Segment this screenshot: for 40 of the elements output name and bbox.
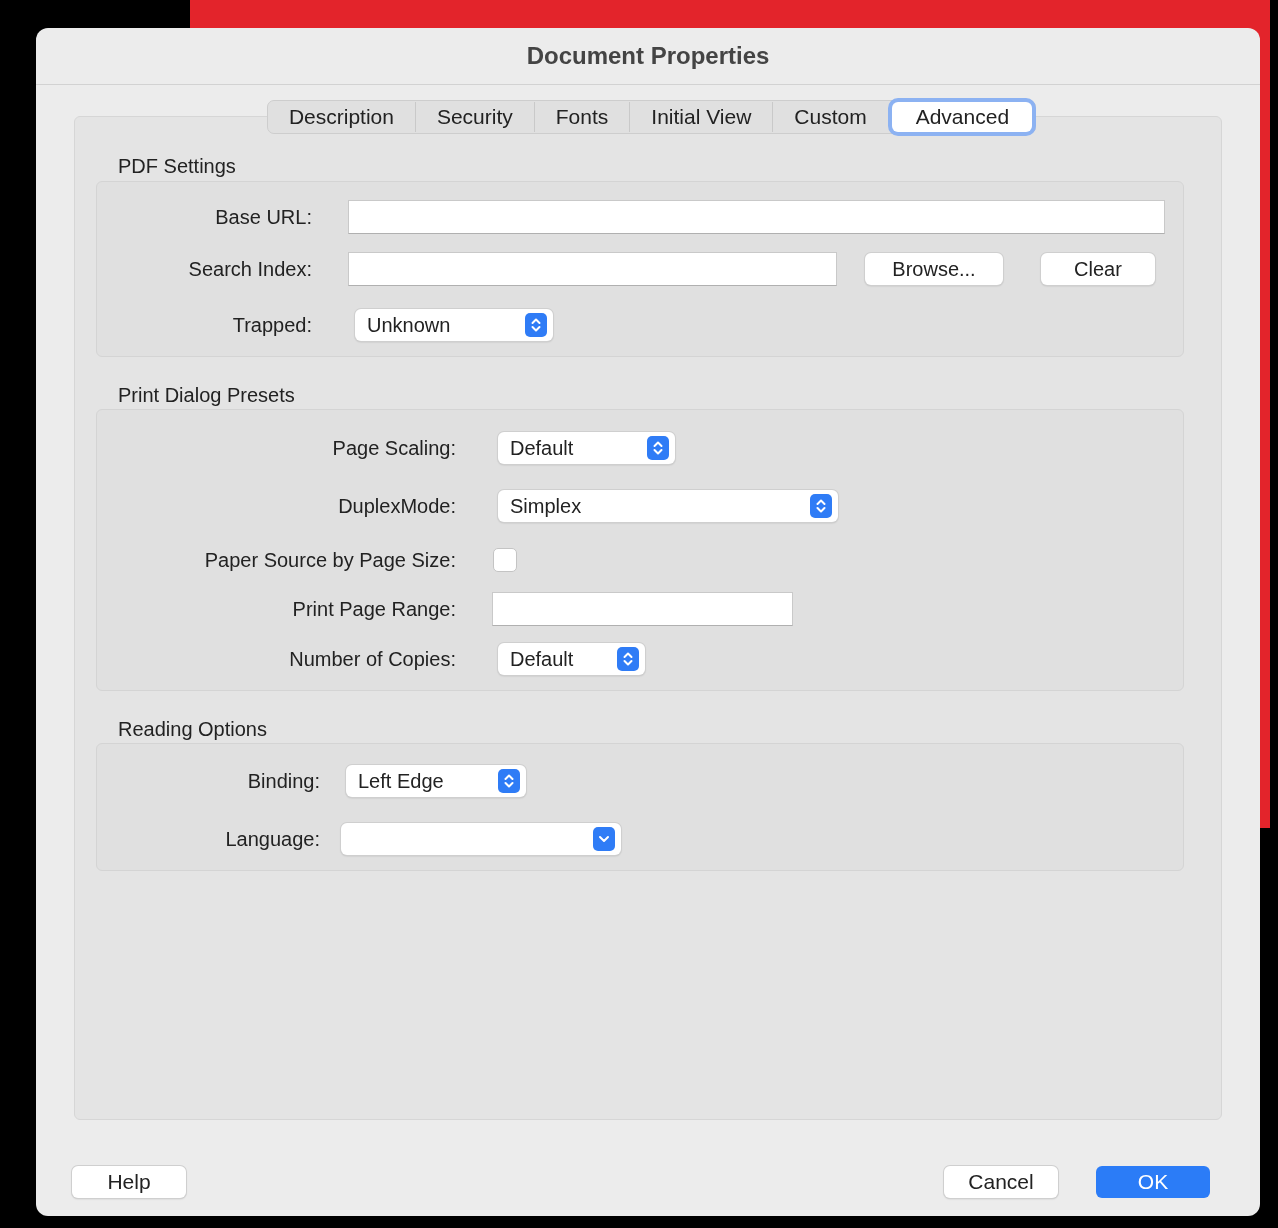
field-label: Paper Source by Page Size: [203, 548, 456, 572]
tab[interactable]: Fonts [533, 102, 630, 132]
tab[interactable]: Custom [772, 102, 888, 132]
section-title: Reading Options [117, 717, 268, 742]
field-label: Trapped: [231, 313, 312, 337]
browse-button[interactable]: Browse... [865, 253, 1003, 285]
tab[interactable]: Description [267, 102, 415, 132]
up-down-chevron-icon [810, 494, 832, 518]
cancel-button[interactable]: Cancel [944, 1166, 1058, 1198]
section-title: Print Dialog Presets [117, 383, 296, 408]
window-title: Document Properties [526, 42, 770, 70]
text-field[interactable] [492, 592, 793, 626]
field-label: Number of Copies: [288, 647, 456, 671]
text-field[interactable] [348, 200, 1165, 234]
up-down-chevron-icon [498, 769, 520, 793]
tab[interactable]: Initial View [629, 102, 773, 132]
popup-button[interactable]: Default [498, 432, 675, 464]
help-button[interactable]: Help [72, 1166, 186, 1198]
dropdown[interactable] [341, 823, 621, 855]
field-label: Language: [224, 827, 320, 851]
section-title: PDF Settings [117, 154, 237, 179]
field-label: DuplexMode: [337, 494, 456, 518]
field-label: Base URL: [214, 205, 312, 229]
popup-button[interactable]: Default [498, 643, 645, 675]
chevron-down-icon [593, 827, 615, 851]
checkbox[interactable] [493, 548, 517, 572]
field-label: Print Page Range: [291, 597, 456, 621]
up-down-chevron-icon [647, 436, 669, 460]
tab[interactable]: Security [414, 102, 534, 132]
field-label: Search Index: [187, 257, 312, 281]
clear-button[interactable]: Clear [1041, 253, 1155, 285]
up-down-chevron-icon [617, 647, 639, 671]
up-down-chevron-icon [525, 313, 547, 337]
popup-button[interactable]: Left Edge [346, 765, 526, 797]
field-label: Binding: [246, 769, 320, 793]
popup-button[interactable]: Simplex [498, 490, 838, 522]
text-field[interactable] [348, 252, 837, 286]
ok-button[interactable]: OK [1096, 1166, 1210, 1198]
popup-button[interactable]: Unknown [355, 309, 553, 341]
field-label: Page Scaling: [331, 436, 456, 460]
